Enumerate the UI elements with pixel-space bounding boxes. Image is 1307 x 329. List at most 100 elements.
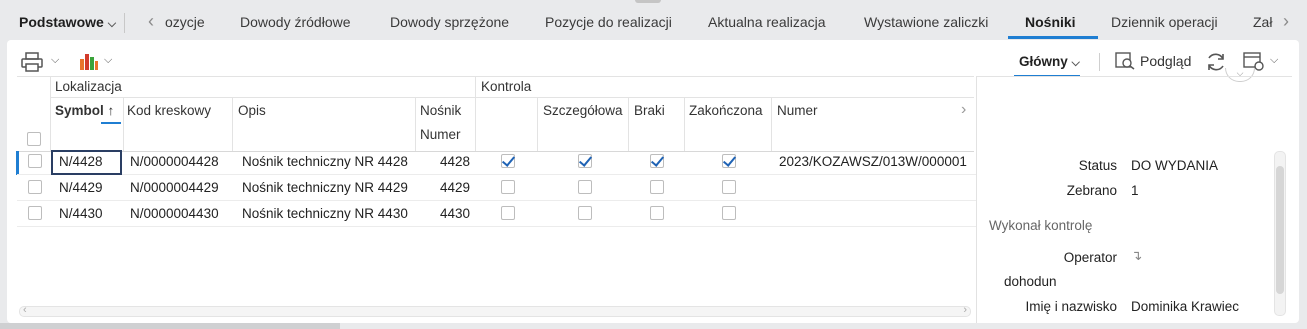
refresh-icon	[1208, 53, 1224, 71]
status-label: Status	[1078, 158, 1117, 173]
cell-numer: 4430	[440, 206, 471, 221]
scroll-left-icon[interactable]: ‹	[23, 304, 27, 316]
print-button[interactable]: ⌵	[21, 52, 59, 75]
cell-zakonczona-checkbox[interactable]	[722, 206, 736, 220]
chart-button[interactable]: ⌵	[79, 51, 112, 74]
tab-zalaczniki[interactable]: Zał	[1253, 14, 1272, 30]
grid-header: Lokalizacja Kontrola Symbol ↑ Kod kresko…	[17, 76, 974, 152]
divider	[50, 97, 974, 98]
view-dropdown[interactable]: Podstawowe ⌵	[19, 14, 116, 31]
group-header-lokalizacja: Lokalizacja	[55, 79, 122, 94]
bar-chart-icon	[80, 54, 98, 70]
main-panel: ⌵ ⌵ Główny ⌵ Podgląd ⌵ ⌵ Lokalizacja Kon…	[7, 40, 1299, 323]
row-checkbox[interactable]	[28, 180, 42, 194]
divider	[124, 13, 125, 33]
cell-kod: N/0000004428	[130, 154, 219, 169]
column-header-kod[interactable]: Kod kreskowy	[127, 103, 211, 118]
scrollbar-thumb[interactable]	[1276, 166, 1284, 294]
section-title: Wykonał kontrolę	[989, 218, 1093, 233]
cell-numer: 4428	[440, 154, 471, 169]
detail-panel: Status DO WYDANIA Zebrano 1 Wykonał kont…	[976, 148, 1292, 323]
column-header-numer-sub[interactable]: Numer	[420, 127, 461, 142]
chevron-down-icon: ⌵	[1270, 54, 1279, 66]
tab-pozycje-do-realizacji[interactable]: Pozycje do realizacji	[545, 14, 672, 30]
divider	[1099, 53, 1100, 71]
cell-kod: N/0000004430	[130, 206, 219, 221]
columns-scroll-right-icon[interactable]: ›	[961, 101, 966, 119]
divider	[17, 76, 974, 77]
select-all-checkbox[interactable]	[27, 132, 41, 146]
cell-kontrola-checkbox[interactable]	[501, 154, 515, 168]
column-header-opis[interactable]: Opis	[238, 103, 266, 118]
grid-horizontal-scrollbar[interactable]: ‹ ›	[19, 304, 971, 317]
operator-value: dohodun	[1004, 274, 1057, 289]
view-select[interactable]: Główny ⌵	[1019, 54, 1080, 70]
cell-numer: 4429	[440, 180, 471, 195]
divider	[50, 76, 51, 152]
column-header-numer[interactable]: Numer	[777, 103, 818, 118]
column-header-symbol-label: Symbol	[55, 103, 104, 118]
divider	[232, 98, 233, 152]
preview-label: Podgląd	[1140, 53, 1192, 69]
window-grip[interactable]	[635, 0, 661, 3]
tab-nosniki[interactable]: Nośniki	[1025, 14, 1076, 30]
cell-braki-checkbox[interactable]	[650, 206, 664, 220]
sort-ascending-icon: ↑	[107, 103, 115, 118]
cell-kontrola-checkbox[interactable]	[501, 180, 515, 194]
divider	[537, 98, 538, 152]
column-header-zakonczona[interactable]: Zakończona	[689, 103, 763, 118]
group-header-kontrola: Kontrola	[481, 79, 532, 94]
divider	[415, 98, 416, 152]
preview-icon	[1115, 52, 1135, 70]
chevron-down-icon: ⌵	[104, 54, 113, 66]
table-row[interactable]: N/4428 N/0000004428 Nośnik techniczny NR…	[17, 149, 977, 175]
column-header-braki[interactable]: Braki	[634, 103, 665, 118]
cell-opis: Nośnik techniczny NR 4430	[242, 206, 408, 221]
tabs-scroll-right-icon[interactable]: ›	[1283, 11, 1289, 32]
column-header-symbol[interactable]: Symbol ↑	[55, 103, 114, 118]
cell-szczegolowa-checkbox[interactable]	[578, 206, 592, 220]
tab-pozycje[interactable]: ozycje	[165, 14, 205, 30]
cell-szczegolowa-checkbox[interactable]	[578, 180, 592, 194]
table-row[interactable]: N/4429 N/0000004429 Nośnik techniczny NR…	[17, 175, 977, 201]
cell-symbol: N/4428	[59, 154, 103, 169]
divider	[475, 76, 476, 152]
cell-szczegolowa-checkbox[interactable]	[578, 154, 592, 168]
row-checkbox[interactable]	[28, 206, 42, 220]
tab-dziennik-operacji[interactable]: Dziennik operacji	[1111, 14, 1218, 30]
cell-opis: Nośnik techniczny NR 4429	[242, 180, 408, 195]
column-header-szczegolowa[interactable]: Szczegółowa	[543, 103, 623, 118]
chevron-down-icon: ⌵	[1071, 57, 1080, 69]
window-status-strip	[0, 323, 340, 329]
divider	[123, 98, 124, 152]
scroll-right-icon[interactable]: ›	[963, 304, 967, 316]
cell-kontrola-checkbox[interactable]	[501, 206, 515, 220]
zebrano-label: Zebrano	[1066, 183, 1117, 198]
preview-button[interactable]: Podgląd	[1115, 52, 1191, 73]
refresh-button[interactable]	[1205, 51, 1227, 76]
zebrano-value: 1	[1131, 183, 1139, 198]
cell-dokument: 2023/KOZAWSZ/013W/000001	[779, 154, 967, 169]
view-select-label: Główny	[1019, 54, 1068, 69]
divider	[684, 98, 685, 152]
tab-wystawione-zaliczki[interactable]: Wystawione zaliczki	[864, 14, 988, 30]
tab-dowody-zrodlowe[interactable]: Dowody źródłowe	[240, 14, 351, 30]
divider	[771, 98, 772, 152]
link-arrow-icon[interactable]: ↴	[1131, 248, 1142, 264]
detail-vertical-scrollbar[interactable]	[1274, 151, 1286, 316]
cell-braki-checkbox[interactable]	[650, 180, 664, 194]
table-row[interactable]: N/4430 N/0000004430 Nośnik techniczny NR…	[17, 201, 977, 227]
tab-dowody-sprzezone[interactable]: Dowody sprzężone	[390, 14, 509, 30]
name-value: Dominika Krawiec	[1131, 299, 1240, 314]
column-header-nosnik[interactable]: Nośnik	[420, 103, 461, 118]
status-value: DO WYDANIA	[1131, 158, 1219, 173]
cell-braki-checkbox[interactable]	[650, 154, 664, 168]
cell-zakonczona-checkbox[interactable]	[722, 180, 736, 194]
tab-aktualna-realizacja[interactable]: Aktualna realizacja	[708, 14, 826, 30]
cell-zakonczona-checkbox[interactable]	[722, 154, 736, 168]
sort-indicator	[101, 122, 121, 124]
view-dropdown-label: Podstawowe	[19, 14, 104, 30]
row-checkbox[interactable]	[28, 154, 42, 168]
tabs-scroll-left-icon[interactable]: ‹	[148, 11, 154, 32]
detail-header	[976, 76, 1292, 148]
